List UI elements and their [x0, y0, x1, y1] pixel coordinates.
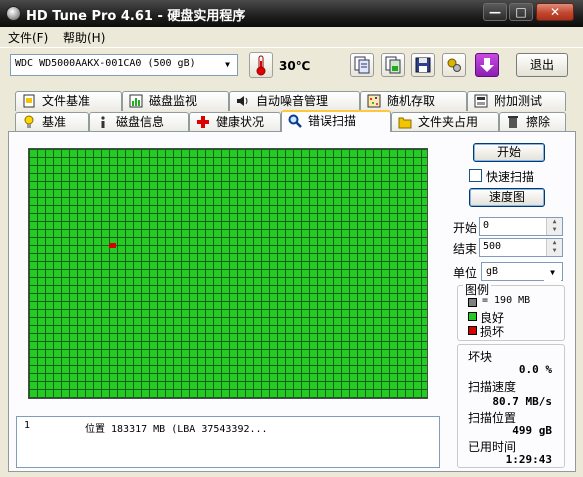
magnifier-icon [288, 114, 302, 128]
tab-label: 擦除 [526, 115, 551, 129]
unit-select[interactable]: gB ▼ [481, 262, 563, 282]
copy-text-icon [354, 56, 370, 74]
scan-log[interactable]: 1 位置 183317 MB (LBA 37543392... [16, 416, 440, 468]
disk-monitor-icon [129, 94, 143, 108]
tab-acoustic-management[interactable]: 自动噪音管理 [229, 91, 360, 111]
legend-block-size: = 190 MB [482, 295, 531, 306]
tab-label: 磁盘监视 [149, 94, 198, 108]
copy-screenshot-icon [385, 56, 401, 74]
scan-speed-value: 80.7 MB/s [492, 395, 552, 408]
log-index: 1 [24, 420, 31, 431]
log-entry: 位置 183317 MB (LBA 37543392... [85, 424, 268, 435]
tab-label: 错误扫描 [308, 114, 357, 128]
temperature-readout: 30℃ [279, 59, 311, 73]
scan-speed-label: 扫描速度 [468, 380, 517, 394]
random-access-icon [367, 94, 381, 108]
chevron-down-icon[interactable]: ▼ [544, 264, 561, 282]
download-button[interactable] [475, 53, 499, 77]
start-input[interactable]: 0 ▲ ▼ [479, 217, 563, 236]
tab-label: 健康状况 [216, 115, 265, 129]
save-icon [415, 57, 431, 73]
close-button[interactable]: ✕ [536, 3, 574, 21]
block-map-grid [28, 148, 428, 399]
quick-scan-checkbox[interactable] [469, 169, 482, 182]
start-button[interactable]: 开始 [473, 143, 545, 162]
tab-label: 文件夹占用 [418, 115, 479, 129]
tab-label: 附加测试 [494, 94, 543, 108]
elapsed-time-value: 1:29:43 [505, 453, 552, 466]
tab-extra-tests[interactable]: 附加测试 [467, 91, 566, 111]
tab-folder-usage[interactable]: 文件夹占用 [391, 112, 499, 132]
save-button[interactable] [411, 53, 435, 77]
app-icon[interactable] [6, 6, 21, 21]
tab-disk-monitor[interactable]: 磁盘监视 [122, 91, 229, 111]
options-button[interactable] [442, 53, 466, 77]
window-title: HD Tune Pro 4.61 - 硬盘实用程序 [26, 9, 246, 24]
tab-file-benchmark[interactable]: 文件基准 [15, 91, 122, 111]
menu-file[interactable]: 文件(F) [8, 29, 48, 46]
start-input-value: 0 [483, 220, 490, 231]
end-input[interactable]: 500 ▲ ▼ [479, 238, 563, 257]
trash-icon [506, 115, 520, 129]
legend-bad: 损坏 [480, 325, 505, 339]
copy-screenshot-button[interactable] [381, 53, 405, 77]
spinner-icon[interactable]: ▲ ▼ [546, 239, 562, 256]
folder-icon [398, 115, 412, 129]
tab-benchmark[interactable]: 基准 [15, 112, 89, 132]
tab-label: 基准 [42, 115, 67, 129]
tab-health[interactable]: 健康状况 [189, 112, 281, 132]
end-field-label: 结束 [453, 242, 478, 256]
drive-select-value: WDC WD5000AAKX-001CA0 (500 gB) [15, 58, 196, 69]
chevron-down-icon[interactable]: ▼ [219, 56, 236, 74]
file-benchmark-icon [22, 94, 36, 108]
download-icon [480, 58, 494, 72]
legend-swatch-block [468, 298, 477, 307]
exit-button[interactable]: 退出 [516, 53, 568, 77]
quick-scan-label: 快速扫描 [486, 170, 535, 184]
scan-position-value: 499 gB [512, 424, 552, 437]
minimize-button[interactable]: — [483, 3, 507, 21]
disk-info-icon [96, 115, 110, 129]
legend-swatch-good [468, 312, 477, 321]
options-icon [447, 58, 461, 72]
bad-block-cell [109, 243, 116, 248]
start-field-label: 开始 [453, 221, 478, 235]
tab-label: 文件基准 [42, 94, 91, 108]
tab-disk-info[interactable]: 磁盘信息 [89, 112, 189, 132]
legend-swatch-bad [468, 326, 477, 335]
spinner-icon[interactable]: ▲ ▼ [546, 218, 562, 235]
speed-map-button[interactable]: 速度图 [469, 188, 545, 207]
maximize-button[interactable]: □ [509, 3, 533, 21]
tab-label: 随机存取 [387, 94, 436, 108]
extra-tests-icon [474, 94, 488, 108]
tab-erase[interactable]: 擦除 [499, 112, 566, 132]
unit-label: 单位 [453, 266, 478, 280]
tab-label: 磁盘信息 [116, 115, 165, 129]
end-input-value: 500 [483, 241, 502, 252]
speaker-icon [236, 94, 250, 108]
tab-random-access[interactable]: 随机存取 [360, 91, 467, 111]
drive-select[interactable]: WDC WD5000AAKX-001CA0 (500 gB) ▼ [10, 54, 238, 76]
health-icon [196, 115, 210, 129]
menu-help[interactable]: 帮助(H) [63, 29, 105, 46]
tab-error-scan[interactable]: 错误扫描 [281, 110, 391, 132]
tab-label: 自动噪音管理 [256, 94, 329, 108]
copy-text-button[interactable] [350, 53, 374, 77]
benchmark-icon [22, 115, 36, 129]
thermometer-icon [249, 52, 273, 78]
unit-select-value: gB [486, 266, 499, 277]
bad-blocks-value: 0.0 % [518, 363, 552, 376]
